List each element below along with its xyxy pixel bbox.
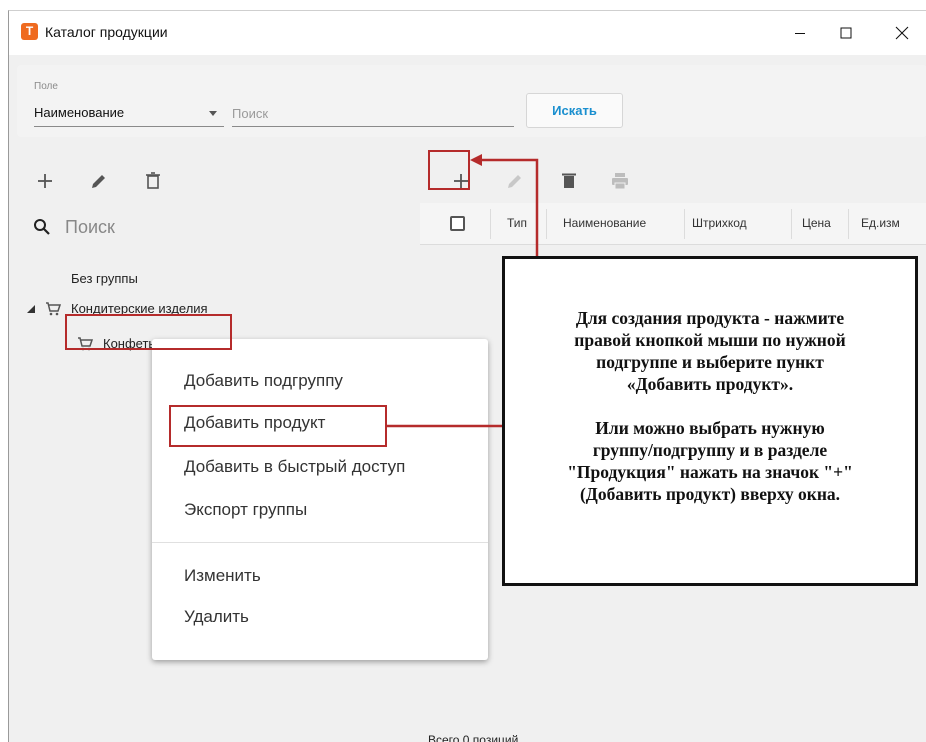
menu-item-delete[interactable]: Удалить [184, 607, 249, 627]
column-header-type[interactable]: Тип [507, 216, 527, 230]
search-button[interactable]: Искать [526, 93, 623, 128]
select-all-checkbox[interactable] [450, 216, 465, 231]
delete-group-button[interactable] [141, 169, 165, 193]
products-table-header: Тип Наименование Штрихкод Цена Ед.изм [420, 203, 926, 245]
column-header-barcode[interactable]: Штрихкод [692, 216, 747, 230]
menu-item-add-subgroup[interactable]: Добавить подгруппу [184, 371, 343, 391]
cart-icon [78, 337, 93, 351]
search-icon [34, 219, 50, 235]
close-button[interactable] [879, 11, 925, 55]
column-header-unit[interactable]: Ед.изм [861, 216, 900, 230]
close-icon [895, 26, 909, 40]
minimize-icon [795, 33, 805, 34]
dropdown-arrow-icon [209, 111, 217, 116]
delete-product-button[interactable] [557, 169, 581, 193]
tree-item-label: Кондитерские изделия [71, 301, 208, 316]
plus-icon [454, 174, 468, 188]
menu-item-add-quick-access[interactable]: Добавить в быстрый доступ [184, 457, 405, 477]
printer-icon [612, 173, 628, 190]
print-button[interactable] [608, 169, 632, 193]
column-header-name[interactable]: Наименование [563, 216, 646, 230]
group-context-menu: Добавить подгруппу Добавить продукт Доба… [152, 339, 488, 660]
trash-icon [562, 173, 576, 188]
window-title: Каталог продукции [45, 24, 168, 40]
minimize-button[interactable] [777, 11, 823, 55]
total-positions-label: Всего 0 позиций [428, 733, 519, 742]
column-header-price[interactable]: Цена [802, 216, 831, 230]
menu-separator [152, 542, 488, 543]
edit-group-button[interactable] [87, 169, 111, 193]
search-placeholder: Поиск [232, 106, 269, 121]
title-bar: T Каталог продукции [9, 11, 926, 55]
field-select[interactable]: Наименование [34, 101, 224, 127]
cart-icon [46, 302, 61, 316]
group-search-placeholder: Поиск [65, 217, 115, 237]
instruction-text: Для создания продукта - нажмите правой к… [567, 308, 853, 504]
field-select-value: Наименование [34, 105, 125, 120]
menu-item-edit[interactable]: Изменить [184, 566, 261, 586]
group-search-input[interactable]: Поиск [31, 214, 231, 240]
tree-item-no-group[interactable]: Без группы [71, 271, 138, 286]
tree-item-label: Конфеты [103, 336, 158, 351]
filter-panel: Поле Наименование Поиск Искать [17, 65, 926, 137]
maximize-button[interactable] [823, 11, 869, 55]
trash-icon [146, 172, 160, 189]
maximize-icon [840, 27, 852, 39]
plus-icon [38, 174, 52, 188]
field-caption: Поле [34, 81, 58, 92]
expand-triangle-icon [27, 305, 35, 313]
menu-item-add-product[interactable]: Добавить продукт [184, 413, 325, 433]
column-separator [848, 209, 849, 239]
app-logo-icon: T [21, 23, 38, 40]
edit-product-button[interactable] [503, 169, 527, 193]
menu-item-export-group[interactable]: Экспорт группы [184, 500, 307, 520]
column-separator [490, 209, 491, 239]
tree-item-label: Без группы [71, 271, 138, 286]
column-separator [791, 209, 792, 239]
pencil-icon [508, 175, 521, 188]
column-separator [684, 209, 685, 239]
pencil-icon [92, 175, 105, 188]
column-separator [546, 209, 547, 239]
search-input[interactable]: Поиск [232, 101, 514, 127]
add-group-button[interactable] [33, 169, 57, 193]
instruction-callout: Для создания продукта - нажмите правой к… [502, 256, 918, 586]
add-product-button[interactable] [449, 169, 473, 193]
